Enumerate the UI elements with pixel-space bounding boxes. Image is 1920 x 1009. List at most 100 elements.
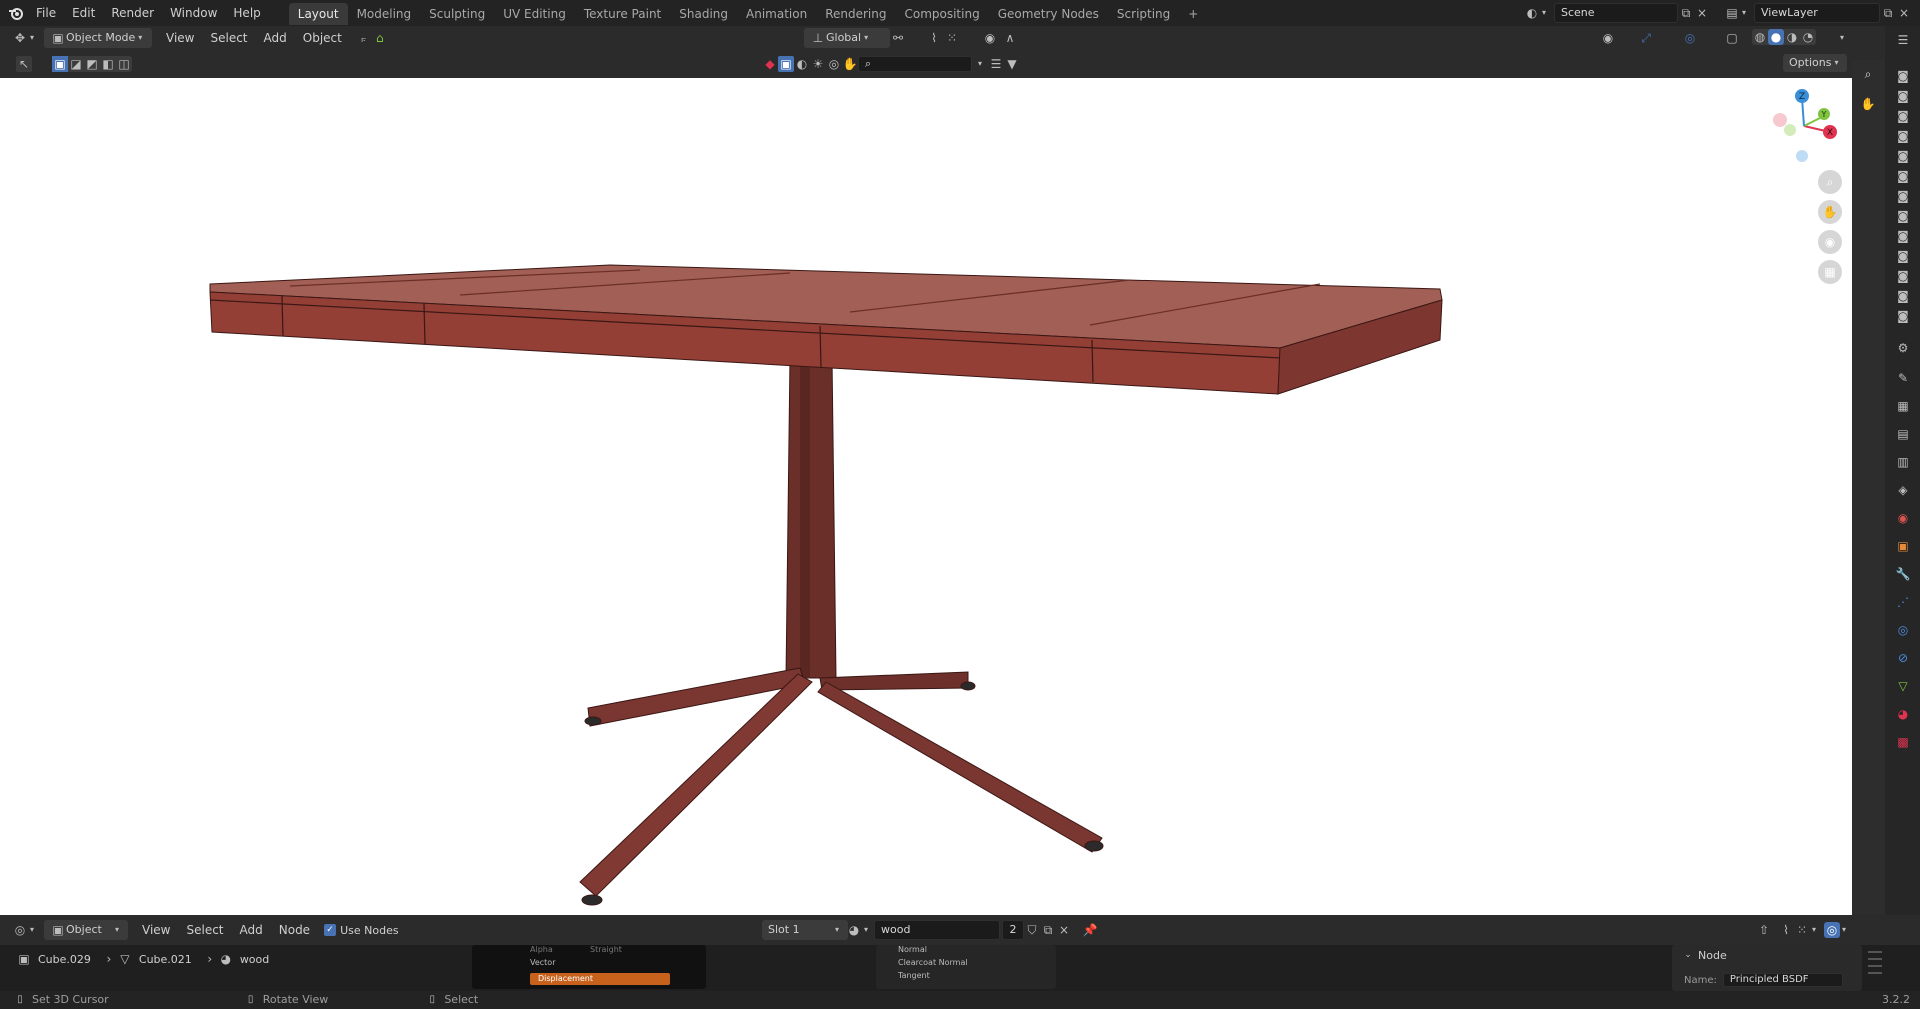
light-filter-icon[interactable]: ☀ [810, 56, 826, 72]
menu-file[interactable]: File [28, 0, 64, 26]
chevron-down-icon[interactable]: ▾ [862, 922, 870, 938]
tab-scripting[interactable]: Scripting [1108, 3, 1179, 25]
options-dropdown[interactable]: Options ▾ [1783, 54, 1848, 72]
scene-icon[interactable]: ◈ [1895, 482, 1911, 510]
tab-texture-paint[interactable]: Texture Paint [575, 3, 670, 25]
material-name-field[interactable]: wood [874, 920, 1000, 940]
particles-icon[interactable]: ⋰ [1895, 594, 1911, 622]
physics-icon[interactable]: ◎ [1895, 622, 1911, 650]
node-row-displacement[interactable]: Displacement [530, 973, 670, 985]
tab-layout[interactable]: Layout [288, 3, 348, 25]
snap-grid-icon[interactable]: ⁙ [1794, 922, 1810, 938]
camera-icon[interactable]: ◙ [1895, 228, 1911, 248]
world-filter-icon[interactable]: ◎ [826, 56, 842, 72]
list-view-icon[interactable]: ☰ [988, 56, 1004, 72]
camera-icon[interactable]: ◙ [1895, 148, 1911, 168]
snap-target-icon[interactable]: ⁙ [944, 30, 960, 46]
ortho-grid-icon[interactable]: ▦ [1818, 260, 1842, 284]
pivot-icon[interactable]: ⚯ [890, 30, 906, 46]
select-intersect-icon[interactable]: ◫ [116, 56, 132, 72]
pin-icon[interactable]: 📌 [1082, 922, 1098, 938]
camera-icon[interactable]: ◙ [1895, 188, 1911, 208]
chevron-down-icon[interactable]: ▾ [1840, 922, 1848, 938]
zoom-region-icon[interactable]: ⌕ [1860, 66, 1876, 82]
material-users-count[interactable]: 2 [1002, 920, 1024, 940]
chevron-down-icon[interactable]: ▾ [28, 922, 36, 938]
node-editor-canvas[interactable]: ▣ Cube.029 › ▽ Cube.021 › ◕ wood Alpha S… [0, 945, 1920, 991]
camera-icon[interactable]: ◙ [1895, 308, 1911, 328]
chevron-down-icon[interactable]: ▾ [28, 30, 36, 46]
material-browse-icon[interactable]: ◕ [846, 922, 862, 938]
menu-view[interactable]: View [134, 915, 178, 945]
tab-compositing[interactable]: Compositing [895, 3, 988, 25]
menu-add[interactable]: Add [256, 26, 295, 50]
search-input[interactable]: ⌕ [858, 56, 972, 72]
fake-user-shield-icon[interactable]: ⛉ [1024, 922, 1040, 938]
tab-uv-editing[interactable]: UV Editing [494, 3, 575, 25]
wireframe-shading-icon[interactable]: ◍ [1752, 29, 1768, 45]
tab-shading[interactable]: Shading [670, 3, 737, 25]
falloff-icon[interactable]: ∧ [1002, 30, 1018, 46]
parent-node-icon[interactable]: ⇧ [1756, 922, 1772, 938]
menu-view[interactable]: View [158, 26, 202, 50]
editor-type-icon[interactable]: ✥ [12, 30, 28, 46]
blender-logo-icon[interactable] [8, 5, 24, 21]
menu-window[interactable]: Window [162, 0, 225, 26]
rendered-shading-icon[interactable]: ◔ [1800, 29, 1816, 45]
menu-edit[interactable]: Edit [64, 0, 103, 26]
use-nodes-checkbox[interactable]: ✓ [324, 924, 337, 936]
snap-toggle-icon[interactable]: ⌂ [372, 30, 388, 46]
color-filter-icon[interactable]: ◆ [762, 56, 778, 72]
menu-render[interactable]: Render [103, 0, 162, 26]
camera-icon[interactable]: ◙ [1895, 248, 1911, 268]
zoom-icon[interactable]: ⌕ [1818, 170, 1842, 194]
chevron-down-icon[interactable]: ▾ [1810, 922, 1818, 938]
principled-bsdf-node[interactable]: Normal Clearcoat Normal Tangent [876, 945, 1056, 989]
solid-shading-icon[interactable]: ● [1768, 29, 1784, 45]
texture-icon[interactable]: ▩ [1895, 734, 1911, 762]
object-mode-dropdown[interactable]: ▣ Object Mode ▾ [44, 28, 152, 48]
material-shading-icon[interactable]: ◑ [1784, 29, 1800, 45]
snap-icon[interactable]: ⌇ [926, 30, 942, 46]
menu-select[interactable]: Select [202, 26, 255, 50]
hand-filter-icon[interactable]: ✋ [842, 56, 858, 72]
tab-animation[interactable]: Animation [737, 3, 816, 25]
filter-icon[interactable]: ▼ [1004, 56, 1020, 72]
gizmo-toggle-icon[interactable]: ⤢ [1638, 30, 1654, 46]
close-icon[interactable]: × [1694, 5, 1710, 21]
gizmo-neg-x-axis[interactable] [1773, 113, 1787, 127]
chevron-down-icon[interactable]: ▾ [972, 56, 988, 72]
breadcrumb-material[interactable]: wood [240, 953, 269, 966]
select-subtract-icon[interactable]: ◩ [84, 56, 100, 72]
view-layer-icon[interactable]: ▥ [1895, 454, 1911, 482]
orientation-dropdown[interactable]: ⊥ Global ▾ [804, 28, 890, 48]
image-texture-node[interactable]: Alpha Straight Vector Displacement [472, 945, 706, 989]
tool-icon[interactable]: ✎ [1895, 370, 1911, 398]
use-nodes-toggle[interactable]: ✓ Use Nodes [324, 924, 399, 937]
transform-icon[interactable]: ⟔ [356, 30, 372, 46]
add-workspace-button[interactable]: + [1179, 3, 1207, 25]
copy-view-layer-icon[interactable]: ⧉ [1880, 5, 1896, 21]
modifier-wrench-icon[interactable]: 🔧 [1895, 566, 1911, 594]
material-icon[interactable]: ◕ [1895, 706, 1911, 734]
data-icon[interactable]: ▽ [1895, 678, 1911, 706]
world-icon[interactable]: ◉ [1895, 510, 1911, 538]
tab-rendering[interactable]: Rendering [816, 3, 895, 25]
overlay-toggle-icon[interactable]: ◎ [1682, 30, 1698, 46]
camera-filter-icon[interactable]: ◐ [794, 56, 810, 72]
camera-icon[interactable]: ◙ [1895, 288, 1911, 308]
constraints-icon[interactable]: ⊘ [1895, 650, 1911, 678]
camera-icon[interactable]: ◙ [1895, 108, 1911, 128]
camera-view-icon[interactable]: ◉ [1818, 230, 1842, 254]
shader-type-dropdown[interactable]: ▣ Object ▾ [44, 920, 128, 940]
camera-icon[interactable]: ◙ [1895, 128, 1911, 148]
overlay-toggle-icon[interactable]: ◎ [1824, 922, 1840, 938]
navigation-gizmo[interactable]: X Y Z [1760, 86, 1840, 166]
pan-hand-icon[interactable]: ✋ [1818, 200, 1842, 224]
camera-icon[interactable]: ◙ [1895, 68, 1911, 88]
select-invert-icon[interactable]: ◧ [100, 56, 116, 72]
camera-icon[interactable]: ◙ [1895, 88, 1911, 108]
chevron-down-icon[interactable]: ▾ [1540, 5, 1548, 21]
menu-object[interactable]: Object [295, 26, 350, 50]
output-icon[interactable]: ▤ [1895, 426, 1911, 454]
